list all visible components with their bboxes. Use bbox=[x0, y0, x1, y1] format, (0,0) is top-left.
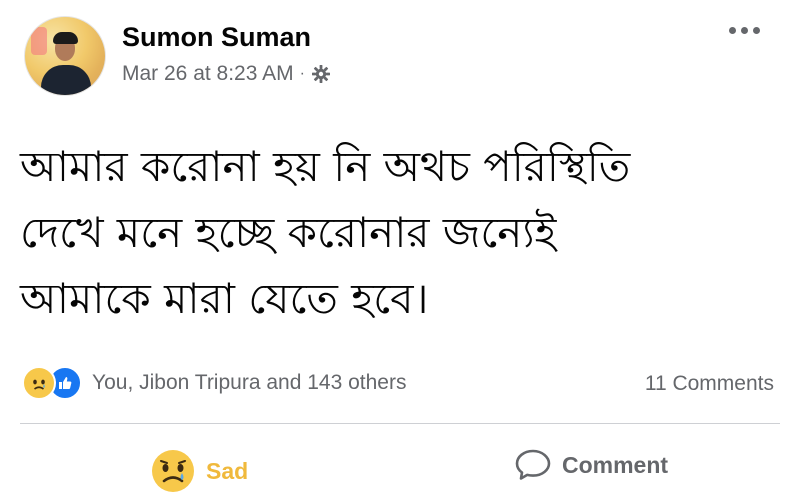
reaction-summary[interactable]: You, Jibon Tripura and 143 others bbox=[22, 366, 406, 400]
comment-button[interactable]: Comment bbox=[514, 448, 668, 482]
sad-reaction-button[interactable]: Sad bbox=[150, 448, 248, 494]
avatar-figure-hair bbox=[53, 32, 78, 44]
post-text-line: আমাকে মারা যেতে হবে। bbox=[20, 274, 429, 323]
gear-icon[interactable] bbox=[311, 64, 331, 84]
comment-button-label: Comment bbox=[562, 451, 669, 478]
reaction-summary-text[interactable]: You, Jibon Tripura and 143 others bbox=[92, 371, 406, 395]
sad-reaction-icon bbox=[22, 366, 56, 400]
post-text-line: দেখে মনে হচ্ছে করোনার জন্যেই bbox=[20, 208, 557, 257]
meta-separator: · bbox=[299, 65, 305, 82]
comment-icon bbox=[515, 449, 551, 480]
avatar-background-detail bbox=[31, 27, 47, 55]
more-dot bbox=[728, 26, 736, 34]
post-text-line: আমার করোনা হয় নি অথচ পরিস্থিতি bbox=[20, 142, 631, 191]
more-dot bbox=[752, 26, 760, 34]
more-dot bbox=[740, 26, 748, 34]
more-options-icon[interactable] bbox=[724, 20, 764, 40]
post-text: আমার করোনা হয় নি অথচ পরিস্থিতি দেখে মনে… bbox=[20, 134, 780, 332]
sad-button-label: Sad bbox=[206, 457, 249, 484]
sad-face-icon bbox=[152, 450, 194, 492]
post-card: Sumon Suman Mar 26 at 8:23 AM · আমার করো… bbox=[0, 0, 800, 500]
post-timestamp[interactable]: Mar 26 at 8:23 AM bbox=[122, 62, 294, 86]
post-meta: Mar 26 at 8:23 AM · bbox=[122, 62, 331, 86]
author-name[interactable]: Sumon Suman bbox=[122, 22, 311, 53]
avatar[interactable] bbox=[24, 16, 106, 96]
avatar-figure-body bbox=[41, 65, 91, 95]
divider bbox=[20, 423, 780, 424]
comments-count[interactable]: 11 Comments bbox=[645, 372, 774, 396]
